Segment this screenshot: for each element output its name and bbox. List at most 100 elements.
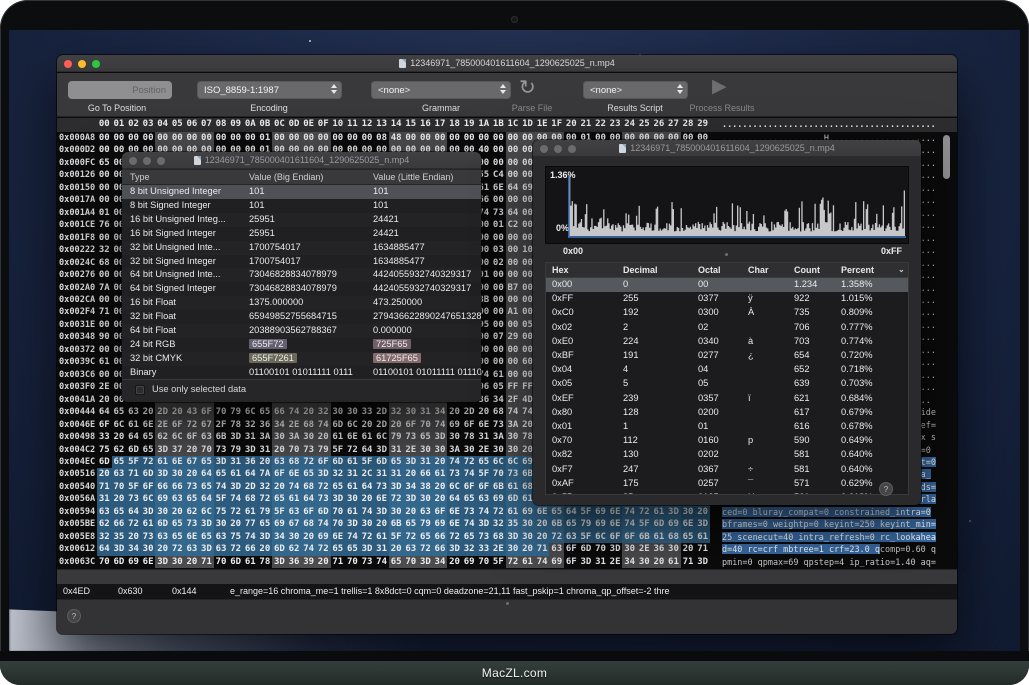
hex-byte[interactable]: 5F bbox=[360, 456, 375, 469]
hex-byte[interactable]: 2E bbox=[287, 419, 302, 432]
hex-byte[interactable]: 70 bbox=[331, 518, 346, 531]
hex-byte[interactable]: 00 bbox=[476, 132, 491, 145]
hex-byte[interactable]: 31 bbox=[418, 406, 433, 419]
stats-row[interactable]: 0x055056390.703% bbox=[546, 377, 908, 391]
hex-byte[interactable]: 3D bbox=[506, 531, 521, 544]
hex-byte[interactable]: 3D bbox=[112, 543, 127, 556]
hex-byte[interactable]: 63 bbox=[214, 531, 229, 544]
splitter-handle[interactable] bbox=[725, 253, 728, 256]
inspector-row[interactable]: 32 bit CMYK655F726161725F65 bbox=[122, 352, 481, 366]
stats-row[interactable]: 0x011016160.678% bbox=[546, 420, 908, 434]
hex-byte[interactable]: 70 bbox=[345, 556, 360, 569]
grammar-select[interactable]: <none> bbox=[371, 81, 511, 99]
hex-byte[interactable]: 3D bbox=[360, 543, 375, 556]
hex-byte[interactable]: 75 bbox=[214, 506, 229, 519]
hex-byte[interactable]: 6D bbox=[126, 444, 141, 457]
hex-byte[interactable]: 20 bbox=[228, 518, 243, 531]
hex-byte[interactable]: 3D bbox=[155, 468, 170, 481]
hex-byte[interactable]: 00 bbox=[141, 132, 156, 145]
stats-row[interactable]: 0xFF2550377ÿ9221.015% bbox=[546, 292, 908, 306]
inspector-titlebar[interactable]: 12346971_785000401611604_1290625025_n.mp… bbox=[122, 152, 481, 169]
hex-byte[interactable]: 65 bbox=[418, 531, 433, 544]
hex-byte[interactable]: 3D bbox=[228, 481, 243, 494]
hex-byte[interactable]: 6F bbox=[301, 506, 316, 519]
hex-byte[interactable]: 63 bbox=[97, 506, 112, 519]
hex-byte[interactable]: 7A bbox=[97, 282, 112, 295]
hex-byte[interactable]: 2C bbox=[360, 468, 375, 481]
hex-byte[interactable]: 6F bbox=[170, 419, 185, 432]
hex-byte[interactable]: 63 bbox=[564, 531, 579, 544]
hex-byte[interactable]: 72 bbox=[462, 456, 477, 469]
hex-byte[interactable]: 20 bbox=[433, 456, 448, 469]
hex-byte[interactable]: 64 bbox=[301, 493, 316, 506]
hex-byte[interactable]: 3D bbox=[666, 506, 681, 519]
hex-byte[interactable]: 3D bbox=[228, 431, 243, 444]
hex-byte[interactable]: 3A bbox=[491, 431, 506, 444]
hex-byte[interactable]: 72 bbox=[549, 531, 564, 544]
hex-byte[interactable]: 74 bbox=[287, 481, 302, 494]
hex-byte[interactable]: 72 bbox=[258, 493, 273, 506]
hex-byte[interactable]: 00 bbox=[97, 369, 112, 382]
hex-byte[interactable]: 73 bbox=[491, 207, 506, 220]
zoom-button[interactable] bbox=[92, 60, 100, 68]
hex-byte[interactable]: 70 bbox=[331, 506, 346, 519]
hex-byte[interactable]: 30 bbox=[389, 506, 404, 519]
hex-byte[interactable]: 69 bbox=[593, 506, 608, 519]
hex-byte[interactable]: 70 bbox=[593, 543, 608, 556]
stats-row[interactable]: 0x022027060.777% bbox=[546, 321, 908, 335]
hex-byte[interactable]: 3D bbox=[272, 556, 287, 569]
hex-byte[interactable]: 6C bbox=[491, 456, 506, 469]
hex-byte[interactable]: 68 bbox=[666, 531, 681, 544]
hex-byte[interactable]: 20 bbox=[652, 556, 667, 569]
hex-byte[interactable]: 00 bbox=[97, 269, 112, 282]
hex-byte[interactable]: 31 bbox=[476, 431, 491, 444]
hex-byte[interactable]: 20 bbox=[520, 543, 535, 556]
hex-byte[interactable]: 74 bbox=[462, 468, 477, 481]
hex-byte[interactable]: 20 bbox=[447, 556, 462, 569]
hex-byte[interactable]: 00 bbox=[491, 294, 506, 307]
hex-byte[interactable]: 08 bbox=[374, 132, 389, 145]
hex-byte[interactable]: 32 bbox=[258, 481, 273, 494]
hex-byte[interactable]: 65 bbox=[141, 431, 156, 444]
hex-byte[interactable]: 6D bbox=[272, 543, 287, 556]
hex-byte[interactable]: 6F bbox=[272, 468, 287, 481]
inspector-row[interactable]: 8 bit Unsigned Integer101101 bbox=[122, 185, 481, 199]
hex-byte[interactable]: 20 bbox=[272, 481, 287, 494]
hex-byte[interactable]: 62 bbox=[97, 518, 112, 531]
hex-byte[interactable]: 66 bbox=[155, 481, 170, 494]
hex-byte[interactable]: 20 bbox=[141, 406, 156, 419]
hex-byte[interactable]: 69 bbox=[520, 506, 535, 519]
hex-byte[interactable]: 65 bbox=[258, 406, 273, 419]
hex-byte[interactable]: 2E bbox=[491, 543, 506, 556]
hex-byte[interactable]: 2D bbox=[243, 481, 258, 494]
hex-byte[interactable]: 73 bbox=[506, 468, 521, 481]
hex-byte[interactable]: 67 bbox=[199, 419, 214, 432]
hex-byte[interactable]: 30 bbox=[170, 556, 185, 569]
hex-byte[interactable]: 65 bbox=[476, 456, 491, 469]
hex-byte[interactable]: 00 bbox=[491, 356, 506, 369]
inspector-row[interactable]: 8 bit Signed Integer101101 bbox=[122, 199, 481, 213]
hex-byte[interactable]: 71 bbox=[681, 556, 696, 569]
hex-byte[interactable]: 6D bbox=[331, 419, 346, 432]
hex-byte[interactable]: 6F bbox=[316, 456, 331, 469]
hex-byte[interactable]: 67 bbox=[287, 518, 302, 531]
hex-byte[interactable]: 2D bbox=[374, 406, 389, 419]
hex-byte[interactable]: 64 bbox=[97, 543, 112, 556]
hex-byte[interactable]: 43 bbox=[185, 406, 200, 419]
hex-byte[interactable]: 73 bbox=[316, 493, 331, 506]
hex-byte[interactable]: 64 bbox=[126, 506, 141, 519]
inspector-row[interactable]: Binary01100101 01011111 011101100101 010… bbox=[122, 366, 481, 380]
hex-byte[interactable]: 74 bbox=[476, 506, 491, 519]
hex-byte[interactable]: 65 bbox=[199, 481, 214, 494]
hex-byte[interactable]: 20 bbox=[389, 543, 404, 556]
hex-byte[interactable]: 20 bbox=[535, 518, 550, 531]
hex-byte[interactable]: 72 bbox=[389, 493, 404, 506]
minimize-button[interactable] bbox=[554, 145, 562, 153]
hex-byte[interactable]: 20 bbox=[258, 543, 273, 556]
hex-byte[interactable]: 3D bbox=[331, 493, 346, 506]
hex-byte[interactable]: 67 bbox=[185, 456, 200, 469]
hex-byte[interactable]: 6D bbox=[652, 518, 667, 531]
hex-byte[interactable]: 00 bbox=[506, 132, 521, 145]
hex-byte[interactable]: 6E bbox=[345, 431, 360, 444]
hex-byte[interactable]: 5F bbox=[272, 506, 287, 519]
